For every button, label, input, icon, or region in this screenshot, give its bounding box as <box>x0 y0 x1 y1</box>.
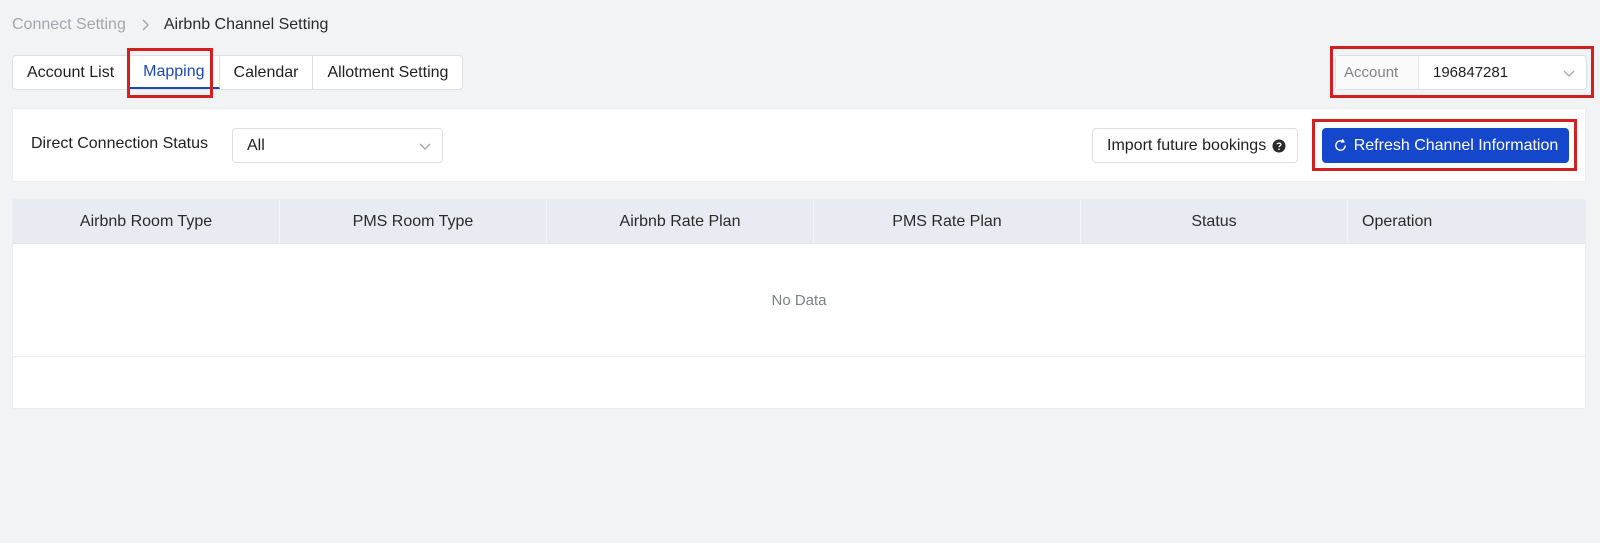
column-header-pms-rate-plan: PMS Rate Plan <box>814 200 1081 243</box>
refresh-button-label: Refresh Channel Information <box>1353 136 1559 154</box>
column-header-status: Status <box>1081 200 1348 243</box>
account-select[interactable]: Account 196847281 <box>1335 55 1587 90</box>
chevron-down-icon[interactable] <box>1562 66 1576 80</box>
breadcrumb: Connect Setting Airbnb Channel Setting <box>12 14 328 36</box>
tab-allotment-setting[interactable]: Allotment Setting <box>313 56 462 89</box>
tab-calendar[interactable]: Calendar <box>220 56 314 89</box>
refresh-channel-information-button[interactable]: Refresh Channel Information <box>1322 128 1569 163</box>
breadcrumb-parent[interactable]: Connect Setting <box>12 16 126 34</box>
chevron-down-icon <box>418 139 432 153</box>
table-header: Airbnb Room Type PMS Room Type Airbnb Ra… <box>13 200 1585 244</box>
page: Connect Setting Airbnb Channel Setting A… <box>0 0 1600 543</box>
column-header-pms-room-type: PMS Room Type <box>280 200 547 243</box>
tab-mapping[interactable]: Mapping <box>129 56 220 89</box>
chevron-right-icon <box>140 19 150 31</box>
question-circle-icon[interactable] <box>1272 139 1286 153</box>
import-future-bookings-button[interactable]: Import future bookings <box>1092 128 1298 163</box>
filter-card: Direct Connection Status All Import futu… <box>12 108 1586 182</box>
tab-bar: Account List Mapping Calendar Allotment … <box>12 55 464 90</box>
direct-connection-status-select[interactable]: All <box>232 128 443 163</box>
column-header-airbnb-rate-plan: Airbnb Rate Plan <box>547 200 814 243</box>
mapping-table: Airbnb Room Type PMS Room Type Airbnb Ra… <box>12 199 1586 409</box>
account-value[interactable]: 196847281 <box>1419 64 1562 81</box>
column-header-airbnb-room-type: Airbnb Room Type <box>13 200 280 243</box>
import-button-label: Import future bookings <box>1107 136 1267 154</box>
column-header-operation: Operation <box>1362 212 1433 230</box>
refresh-icon <box>1333 138 1348 153</box>
account-label: Account <box>1336 56 1419 89</box>
direct-connection-status-label: Direct Connection Status <box>31 135 208 152</box>
status-select-value: All <box>247 136 265 154</box>
tab-account-list[interactable]: Account List <box>13 56 130 89</box>
empty-state: No Data <box>13 244 1585 357</box>
breadcrumb-current: Airbnb Channel Setting <box>163 16 329 33</box>
